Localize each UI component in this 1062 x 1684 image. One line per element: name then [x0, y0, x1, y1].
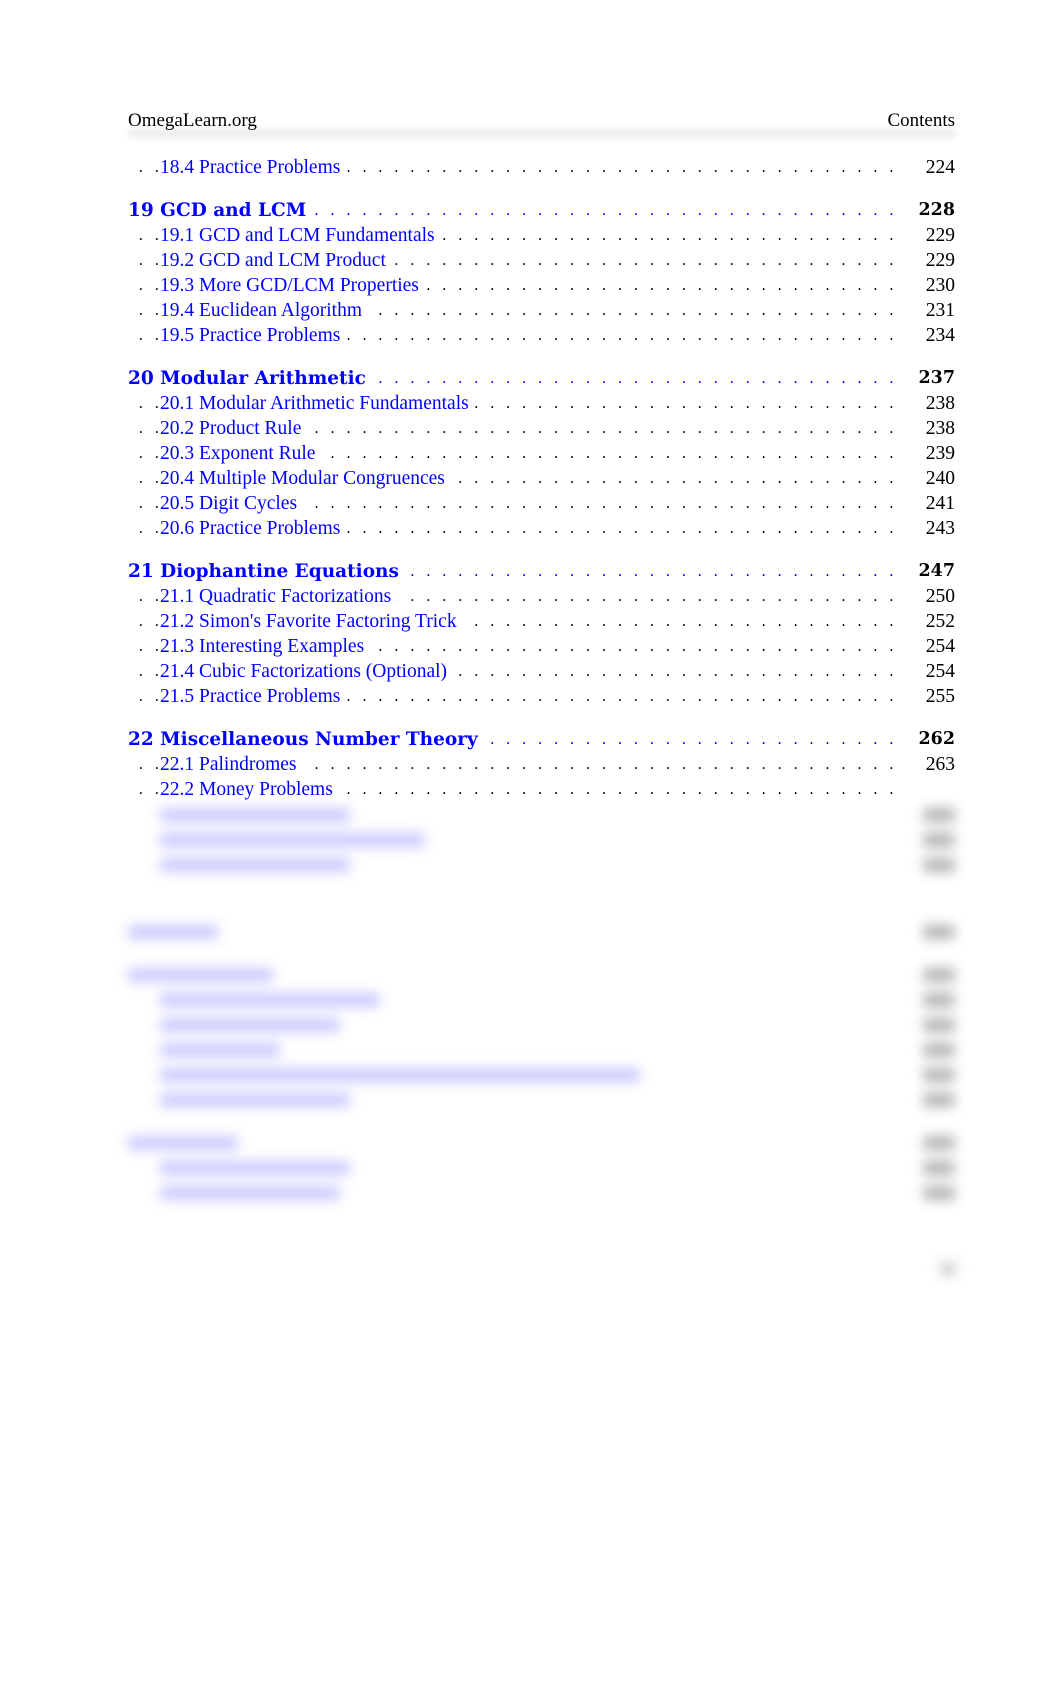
- site-name: OmegaLearn.org: [128, 110, 257, 131]
- toc-section-entry[interactable]: 19.1 GCD and LCM Fundamentals...........…: [128, 223, 955, 248]
- toc-entry-title[interactable]: 21.5 Practice Problems: [160, 686, 347, 707]
- toc-chapter-block: 21 Diophantine Equations................…: [128, 559, 955, 709]
- toc-page-number: 234: [917, 323, 955, 348]
- toc-section-entry[interactable]: 21.5 Practice Problems..................…: [128, 684, 955, 709]
- toc-entry-title[interactable]: 21.2 Simon's Favorite Factoring Trick: [160, 611, 463, 632]
- toc-entry-title[interactable]: 22 Miscellaneous Number Theory: [128, 729, 484, 750]
- toc-page-number: 263: [917, 752, 955, 777]
- toc-page-number: 224: [917, 155, 955, 180]
- toc-page-number: 254: [917, 659, 955, 684]
- toc-chapter-block: 22 Miscellaneous Number Theory..........…: [128, 727, 955, 802]
- toc-entry-title[interactable]: 21.1 Quadratic Factorizations: [160, 586, 398, 607]
- toc-page-number: 243: [917, 516, 955, 541]
- toc-chapter-block: 20 Modular Arithmetic...................…: [128, 366, 955, 541]
- toc-page-number: 252: [917, 609, 955, 634]
- toc-section-entry[interactable]: 19.2 GCD and LCM Product................…: [128, 248, 955, 273]
- toc-entry-title[interactable]: 20.2 Product Rule: [160, 418, 308, 439]
- toc-entry-title[interactable]: 19.3 More GCD/LCM Properties: [160, 275, 425, 296]
- toc-entry-title[interactable]: 21 Diophantine Equations: [128, 561, 405, 582]
- toc-section-entry[interactable]: 20.5 Digit Cycles.......................…: [128, 491, 955, 516]
- toc-entry-title[interactable]: 20.4 Multiple Modular Congruences: [160, 468, 451, 489]
- toc-page-number: 262: [910, 727, 955, 752]
- toc-entry-title[interactable]: 19.5 Practice Problems: [160, 325, 347, 346]
- toc-entry-title[interactable]: 20.1 Modular Arithmetic Fundamentals: [160, 393, 475, 414]
- toc-page-number: 230: [917, 273, 955, 298]
- toc-section-entry[interactable]: 20.3 Exponent Rule......................…: [128, 441, 955, 466]
- toc-page-number: 247: [910, 559, 955, 584]
- toc-entry-title[interactable]: 22.1 Palindromes: [160, 754, 303, 775]
- toc-entry-title[interactable]: 21.4 Cubic Factorizations (Optional): [160, 661, 454, 682]
- toc-page-number: 240: [917, 466, 955, 491]
- toc-entry-title[interactable]: 20.6 Practice Problems: [160, 518, 347, 539]
- toc-entry-title[interactable]: 20.5 Digit Cycles: [160, 493, 304, 514]
- toc-entry-title[interactable]: 19.4 Euclidean Algorithm: [160, 300, 369, 321]
- page-number-footer: [940, 1262, 956, 1276]
- blurred-content: [128, 802, 955, 1205]
- toc-chapter-entry[interactable]: 22 Miscellaneous Number Theory..........…: [128, 727, 955, 752]
- toc-chapter-entry[interactable]: 19 GCD and LCM..........................…: [128, 198, 955, 223]
- toc-section-entry[interactable]: 20.1 Modular Arithmetic Fundamentals....…: [128, 391, 955, 416]
- toc-chapter-entry[interactable]: 20 Modular Arithmetic...................…: [128, 366, 955, 391]
- toc-entry-title[interactable]: 22.2 Money Problems: [160, 779, 339, 800]
- toc-page-number: 237: [910, 366, 955, 391]
- toc-page-number: 238: [917, 416, 955, 441]
- toc-page-number: 255: [917, 684, 955, 709]
- header-rule: [128, 130, 955, 142]
- toc-section-entry[interactable]: 20.4 Multiple Modular Congruences.......…: [128, 466, 955, 491]
- toc-section-entry[interactable]: 22.1 Palindromes........................…: [128, 752, 955, 777]
- toc-section-entry[interactable]: 19.4 Euclidean Algorithm................…: [128, 298, 955, 323]
- toc-section-entry[interactable]: 21.3 Interesting Examples...............…: [128, 634, 955, 659]
- toc-entry-title[interactable]: 18.4 Practice Problems: [160, 157, 347, 178]
- toc-entry-title[interactable]: 19.2 GCD and LCM Product: [160, 250, 392, 271]
- toc-section-entry[interactable]: 22.2 Money Problems.....................…: [128, 777, 955, 802]
- toc-entry-title[interactable]: 19 GCD and LCM: [128, 200, 313, 221]
- toc-page-number: 254: [917, 634, 955, 659]
- toc-section-entry[interactable]: 20.2 Product Rule.......................…: [128, 416, 955, 441]
- toc-section-entry[interactable]: 19.5 Practice Problems..................…: [128, 323, 955, 348]
- toc-page-number: 250: [917, 584, 955, 609]
- toc-section-entry[interactable]: 19.3 More GCD/LCM Properties............…: [128, 273, 955, 298]
- toc-entry-title[interactable]: 20.3 Exponent Rule: [160, 443, 322, 464]
- toc-entry-title[interactable]: 21.3 Interesting Examples: [160, 636, 371, 657]
- toc-page-number: 231: [917, 298, 955, 323]
- toc-section-entry[interactable]: 21.1 Quadratic Factorizations...........…: [128, 584, 955, 609]
- toc-page-number: 229: [917, 223, 955, 248]
- toc-page-number: 229: [917, 248, 955, 273]
- toc-entry[interactable]: 18.4 Practice Problems .................…: [128, 155, 955, 180]
- running-section-title: Contents: [887, 110, 955, 131]
- toc-entry-title[interactable]: 20 Modular Arithmetic: [128, 368, 372, 389]
- toc-entry-title[interactable]: 19.1 GCD and LCM Fundamentals: [160, 225, 441, 246]
- toc-section-entry[interactable]: 20.6 Practice Problems..................…: [128, 516, 955, 541]
- table-of-contents: 18.4 Practice Problems .................…: [128, 155, 955, 1205]
- toc-section-entry[interactable]: 21.2 Simon's Favorite Factoring Trick...…: [128, 609, 955, 634]
- toc-chapter-entry[interactable]: 21 Diophantine Equations................…: [128, 559, 955, 584]
- toc-section-entry[interactable]: 21.4 Cubic Factorizations (Optional)....…: [128, 659, 955, 684]
- toc-page-number: 228: [910, 198, 955, 223]
- toc-chapter-block: 19 GCD and LCM..........................…: [128, 198, 955, 348]
- toc-page-number: 238: [917, 391, 955, 416]
- toc-page-number: 239: [917, 441, 955, 466]
- toc-page-number: 241: [917, 491, 955, 516]
